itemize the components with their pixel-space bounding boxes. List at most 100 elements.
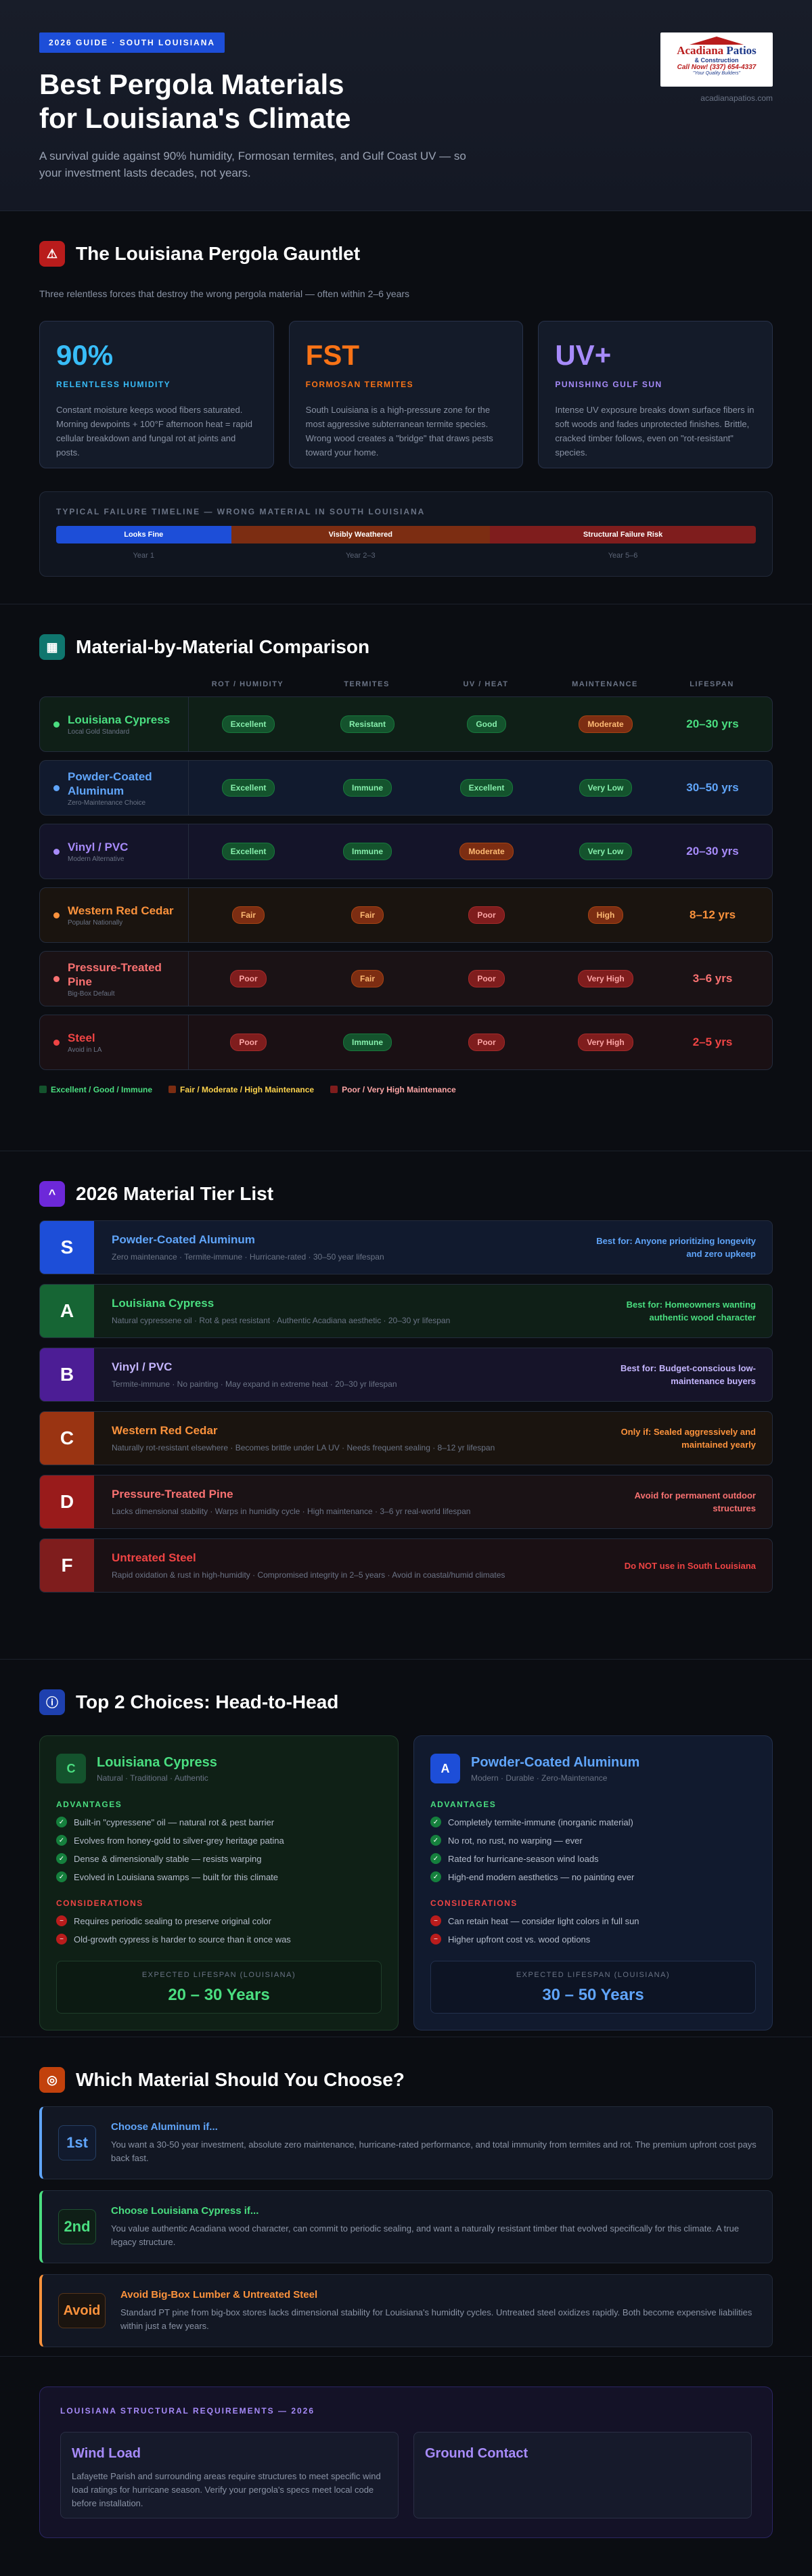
lifespan-value: 3–6 yrs — [692, 972, 733, 985]
column-header: TERMITES — [344, 680, 390, 688]
table-row[interactable]: Pressure-Treated Pine Big-Box Default Poor… — [39, 951, 773, 1006]
stat-card: 90% RELENTLESS HUMIDITY Constant moisture … — [39, 321, 274, 468]
stat-card: UV+ PUNISHING GULF SUN Intense UV exposure… — [538, 321, 773, 468]
timeline-segment: Structural Failure Risk — [490, 526, 756, 543]
requirement-title: Wind Load — [72, 2446, 141, 2461]
rating-badge: Poor — [468, 906, 505, 924]
tier-row[interactable]: C Western Red Cedar Naturally rot-resistan… — [39, 1411, 773, 1465]
material-name-cell: Pressure-Treated Pine Big-Box Default — [40, 952, 189, 1006]
rating-badge: Immune — [342, 843, 392, 860]
tier-letter: C — [40, 1412, 94, 1465]
check-icon: ✓ — [430, 1817, 441, 1827]
rating-badge: Fair — [351, 970, 384, 987]
choice-card[interactable]: Avoid Avoid Big-Box Lumber & Untreated St… — [39, 2274, 773, 2347]
chevron-up-icon: ^ — [39, 1181, 65, 1207]
rating-badge: Very Low — [579, 843, 633, 860]
company-logo[interactable]: Acadiana Patios & Construction Call Now!… — [660, 32, 773, 87]
column-header: UV / HEAT — [463, 680, 509, 688]
tier-letter: B — [40, 1348, 94, 1401]
material-name: Western Red Cedar — [68, 904, 174, 917]
choice-card[interactable]: 1st Choose Aluminum if... You want a 30-50… — [39, 2106, 773, 2179]
rating-badge: Immune — [342, 779, 392, 797]
material-sub: Big-Box Default — [68, 990, 115, 998]
stat-label: RELENTLESS HUMIDITY — [56, 380, 171, 389]
choice-card[interactable]: 2nd Choose Louisiana Cypress if... You val… — [39, 2190, 773, 2263]
table-row[interactable]: Louisiana Cypress Local Gold Standard Exce… — [39, 696, 773, 752]
stat-card: FST FORMOSAN TERMITES South Louisiana is a… — [288, 321, 524, 468]
rating-badge: Moderate — [459, 843, 514, 860]
info-icon: ⓘ — [39, 1689, 65, 1715]
failure-timeline: TYPICAL FAILURE TIMELINE — WRONG MATERIA… — [39, 491, 773, 577]
tier-row[interactable]: B Vinyl / PVC Termite-immune · No painting… — [39, 1348, 773, 1402]
table-row[interactable]: Steel Avoid in LA Poor Immune Poor Very High 2… — [39, 1015, 773, 1070]
lifespan-value: 30–50 yrs — [686, 781, 739, 794]
minus-icon: − — [430, 1934, 441, 1945]
tier-row[interactable]: F Untreated Steel Rapid oxidation & rust i… — [39, 1538, 773, 1593]
advantage-item: ✓ High-end modern aesthetics — no paintin… — [430, 1871, 756, 1882]
section-title: 2026 Material Tier List — [76, 1183, 274, 1204]
choice-title: Choose Aluminum if... — [111, 2120, 218, 2133]
advantage-item: ✓ Completely termite-immune (inorganic ma… — [430, 1817, 756, 1827]
table-row[interactable]: Vinyl / PVC Modern Alternative Excellent Im… — [39, 824, 773, 879]
stat-value: FST — [305, 339, 359, 371]
status-dot — [53, 1039, 60, 1046]
stat-value: UV+ — [555, 339, 612, 371]
material-card: A Powder-Coated Aluminum Modern · Durable … — [413, 1735, 773, 2030]
lifespan-value: 20–30 yrs — [686, 717, 739, 730]
material-sub: Zero-Maintenance Choice — [68, 799, 146, 807]
tier-row[interactable]: D Pressure-Treated Pine Lacks dimensional … — [39, 1475, 773, 1529]
tier-desc: Zero maintenance · Termite-immune · Hurr… — [112, 1252, 384, 1262]
check-icon: ✓ — [430, 1871, 441, 1882]
guide-tag: 2026 GUIDE · SOUTH LOUISIANA — [39, 32, 225, 53]
advantage-item: ✓ Evolved in Louisiana swamps — built for… — [56, 1871, 382, 1882]
material-name: Louisiana Cypress — [68, 713, 171, 726]
choice-text: You want a 30-50 year investment, absolu… — [111, 2139, 757, 2163]
timeline-segment: Visibly Weathered — [231, 526, 491, 543]
choice-text: Standard PT pine from big-box stores lac… — [120, 2307, 752, 2331]
check-icon: ✓ — [430, 1835, 441, 1846]
minus-icon: − — [56, 1934, 67, 1945]
stat-text: Constant moisture keeps wood fibers satu… — [56, 405, 252, 458]
requirements-title: LOUISIANA STRUCTURAL REQUIREMENTS — 2026 — [60, 2406, 315, 2416]
tier-desc: Natural cypressene oil · Rot & pest resi… — [112, 1316, 451, 1325]
tier-letter: A — [40, 1285, 94, 1337]
status-dot — [53, 784, 60, 791]
advantage-item: ✓ Evolves from honey-gold to silver-grey … — [56, 1835, 382, 1846]
tier-row[interactable]: S Powder-Coated Aluminum Zero maintenance … — [39, 1220, 773, 1274]
material-name-cell: Louisiana Cypress Local Gold Standard — [40, 697, 189, 751]
consideration-item: − Higher upfront cost vs. wood options — [430, 1934, 756, 1945]
material-sub: Popular Nationally — [68, 919, 123, 927]
rating-badge: Fair — [351, 906, 384, 924]
card-title: Powder-Coated Aluminum — [471, 1754, 640, 1770]
lifespan-value: 20 – 30 Years — [168, 1986, 270, 2004]
lifespan-box: EXPECTED LIFESPAN (LOUISIANA) 20 – 30 Yea… — [56, 1961, 382, 2014]
rating-badge: Excellent — [221, 843, 275, 860]
card-sub: Natural · Traditional · Authentic — [97, 1773, 208, 1783]
column-header: MAINTENANCE — [572, 680, 638, 688]
rating-badge: Good — [467, 715, 506, 733]
tier-row[interactable]: A Louisiana Cypress Natural cypressene oil… — [39, 1284, 773, 1338]
legend-swatch — [330, 1086, 338, 1093]
legend-swatch — [39, 1086, 47, 1093]
tier-note: Do NOT use in South Louisiana — [624, 1560, 756, 1571]
tier-section: ^ 2026 Material Tier List S Powder-Coated… — [0, 1151, 812, 1660]
tier-note: Best for: Budget-conscious low-maintenan… — [620, 1363, 756, 1386]
requirement-box: Wind Load Lafayette Parish and surroundin… — [60, 2432, 399, 2518]
considerations-label: CONSIDERATIONS — [56, 1898, 143, 1908]
rating-badge: Excellent — [221, 715, 275, 733]
tier-letter: S — [40, 1221, 94, 1274]
advantages-label: ADVANTAGES — [430, 1800, 497, 1809]
legend-item: Fair / Moderate / High Maintenance — [168, 1085, 314, 1094]
lifespan-value: 20–30 yrs — [686, 845, 739, 858]
rating-badge: Very High — [578, 1034, 633, 1051]
tier-name: Powder-Coated Aluminum — [112, 1233, 255, 1246]
table-row[interactable]: Western Red Cedar Popular Nationally Fair F… — [39, 887, 773, 943]
lifespan-label: EXPECTED LIFESPAN (LOUISIANA) — [516, 1971, 671, 1979]
warning-icon: ⚠ — [39, 241, 65, 267]
site-url[interactable]: acadianapatios.com — [700, 93, 773, 103]
material-card: C Louisiana Cypress Natural · Traditional … — [39, 1735, 399, 2030]
legend: Excellent / Good / Immune Fair / Moderate… — [39, 1085, 773, 1094]
comparison-header: ROT / HUMIDITY TERMITES UV / HEAT MAINTENAN… — [39, 680, 773, 688]
material-name: Powder-Coated Aluminum — [68, 770, 152, 797]
table-row[interactable]: Powder-Coated Aluminum Zero-Maintenance C… — [39, 760, 773, 816]
